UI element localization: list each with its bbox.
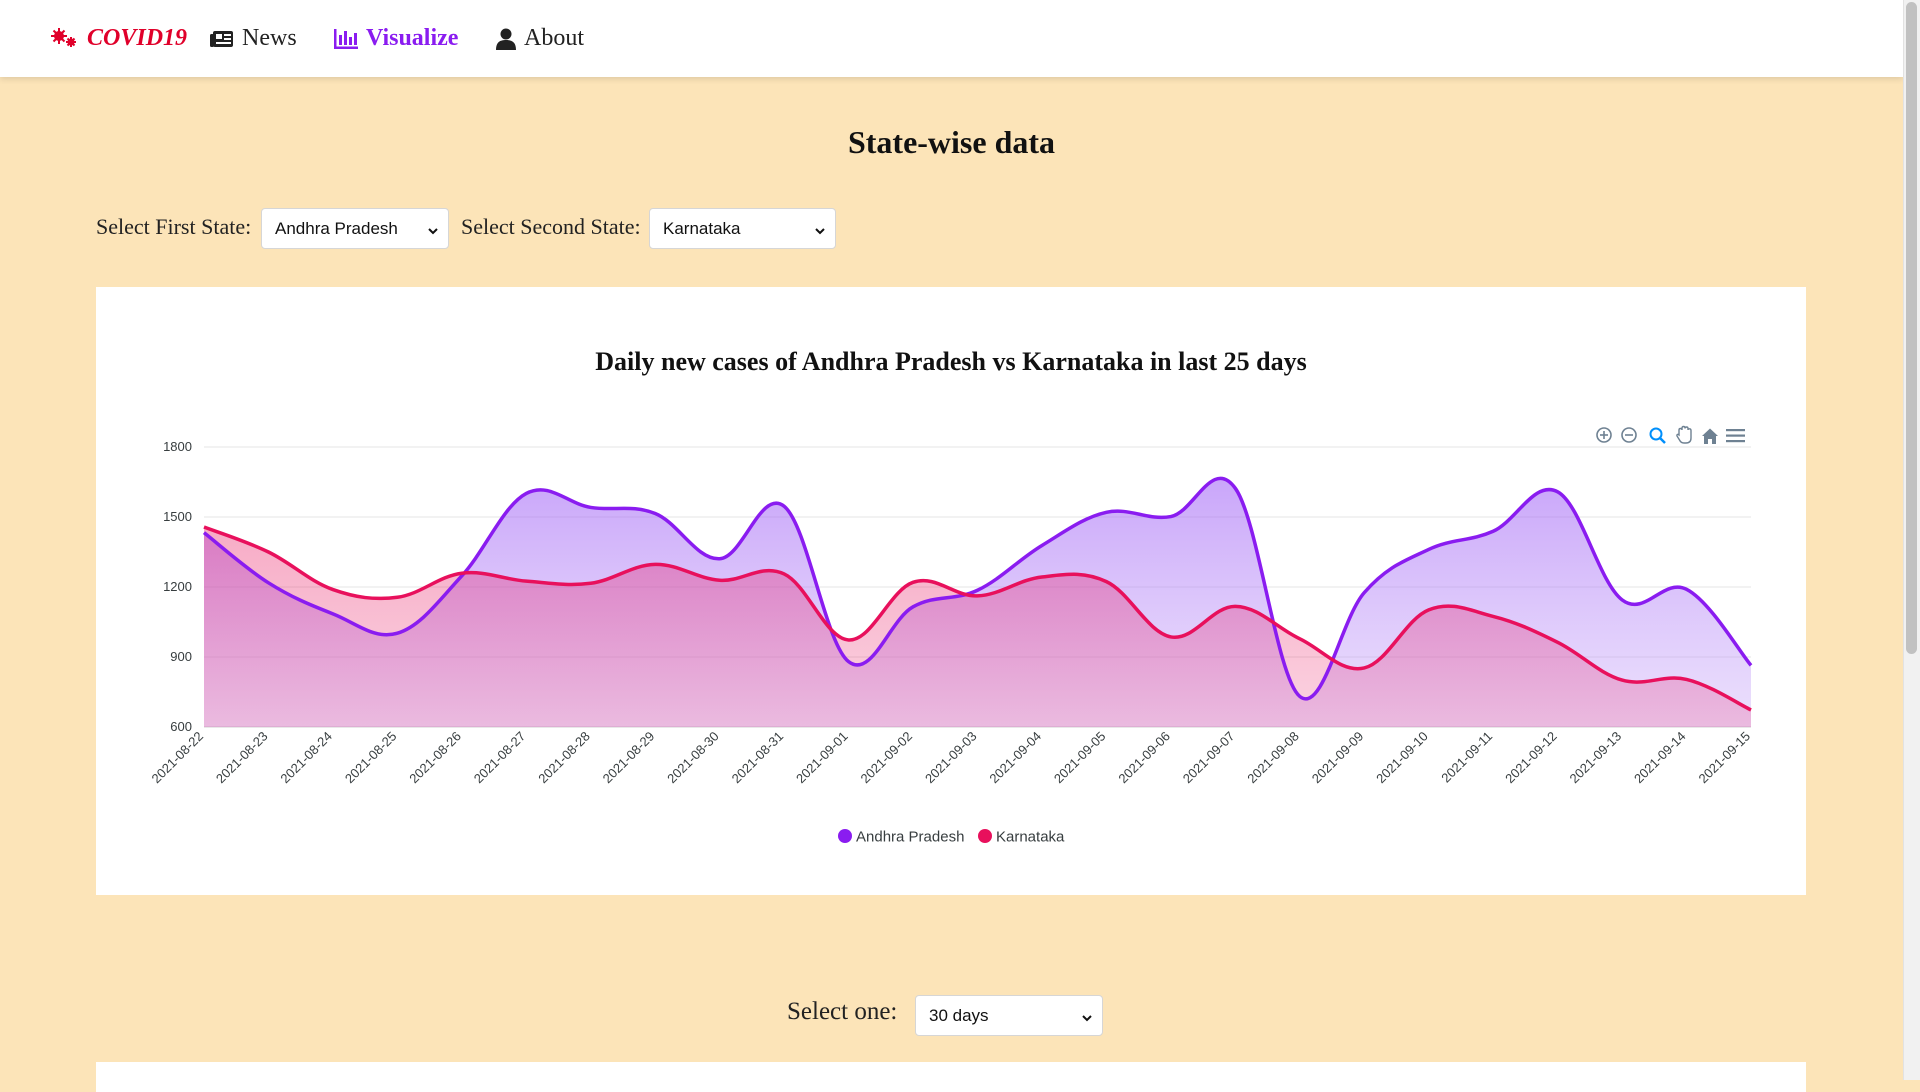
x-tick-label: 2021-09-15 bbox=[1695, 729, 1753, 787]
range-select[interactable]: 30 days bbox=[915, 995, 1103, 1036]
page-title: State-wise data bbox=[847, 124, 1056, 160]
nav-about[interactable]: About bbox=[496, 0, 584, 77]
second-state-select[interactable]: Karnataka bbox=[649, 208, 836, 249]
x-tick-label: 2021-09-07 bbox=[1180, 729, 1238, 787]
chart-legend: Andhra Pradesh Karnataka bbox=[838, 829, 1065, 846]
legend-marker-karnataka bbox=[978, 829, 992, 843]
select-one-label: Select one: bbox=[787, 998, 898, 1025]
legend-label-karnataka: Karnataka bbox=[996, 829, 1065, 846]
first-state-label: Select First State: bbox=[96, 214, 252, 239]
x-tick-label: 2021-08-31 bbox=[729, 729, 787, 787]
chevron-down-icon bbox=[427, 222, 439, 242]
first-state-value: Andhra Pradesh bbox=[275, 218, 398, 238]
chart-card: Daily new cases of Andhra Pradesh vs Kar… bbox=[96, 287, 1806, 895]
range-select-value: 30 days bbox=[929, 1005, 989, 1025]
x-tick-label: 2021-09-04 bbox=[986, 729, 1044, 787]
legend-item-karnataka[interactable]: Karnataka bbox=[978, 829, 1065, 846]
y-tick-label: 600 bbox=[170, 719, 192, 734]
user-icon bbox=[496, 28, 516, 50]
x-tick-label: 2021-09-12 bbox=[1502, 729, 1560, 787]
zoom-in-icon[interactable] bbox=[1596, 427, 1612, 443]
x-tick-label: 2021-08-26 bbox=[406, 729, 464, 787]
x-tick-label: 2021-09-01 bbox=[793, 729, 851, 787]
legend-label-andhra-pradesh: Andhra Pradesh bbox=[856, 829, 964, 846]
zoom-out-icon[interactable] bbox=[1621, 427, 1637, 443]
x-tick-label: 2021-08-22 bbox=[148, 729, 206, 787]
newspaper-icon bbox=[210, 30, 234, 48]
x-tick-label: 2021-08-29 bbox=[600, 729, 658, 787]
y-tick-label: 1200 bbox=[163, 579, 192, 594]
y-tick-label: 1800 bbox=[163, 439, 192, 454]
chart-toolbar bbox=[1596, 425, 1745, 445]
legend-marker-andhra-pradesh bbox=[838, 829, 852, 843]
chevron-down-icon bbox=[1081, 1009, 1093, 1029]
virus-icon bbox=[49, 27, 79, 51]
x-tick-label: 2021-09-10 bbox=[1373, 729, 1431, 787]
x-tick-label: 2021-08-24 bbox=[277, 729, 335, 787]
nav-visualize-label: Visualize bbox=[366, 25, 459, 51]
second-state-label: Select Second State: bbox=[461, 214, 641, 239]
x-tick-label: 2021-09-03 bbox=[922, 729, 980, 787]
x-tick-label: 2021-08-30 bbox=[664, 729, 722, 787]
x-tick-label: 2021-08-27 bbox=[471, 729, 529, 787]
first-state-select[interactable]: Andhra Pradesh bbox=[261, 208, 449, 249]
nav-news[interactable]: News bbox=[210, 0, 297, 77]
bar-chart-icon bbox=[334, 28, 358, 49]
x-tick-label: 2021-08-25 bbox=[342, 729, 400, 787]
x-tick-label: 2021-09-08 bbox=[1244, 729, 1302, 787]
second-chart-card bbox=[96, 1062, 1806, 1092]
x-tick-label: 2021-09-06 bbox=[1115, 729, 1173, 787]
x-tick-label: 2021-09-11 bbox=[1438, 729, 1495, 786]
brand-label: COVID19 bbox=[87, 25, 188, 51]
menu-icon[interactable] bbox=[1726, 429, 1745, 443]
x-tick-label: 2021-08-23 bbox=[213, 729, 271, 787]
selection-zoom-icon[interactable] bbox=[1649, 427, 1666, 444]
chevron-down-icon bbox=[814, 222, 826, 242]
x-tick-label: 2021-08-28 bbox=[535, 729, 593, 787]
x-tick-label: 2021-09-02 bbox=[858, 729, 916, 787]
area-chart: 600900120015001800 2021-08-22 2021-08-23 2… bbox=[148, 425, 1753, 846]
second-state-value: Karnataka bbox=[663, 218, 741, 238]
x-tick-label: 2021-09-05 bbox=[1051, 729, 1109, 787]
y-tick-label: 900 bbox=[170, 649, 192, 664]
legend-item-andhra-pradesh[interactable]: Andhra Pradesh bbox=[838, 829, 964, 846]
top-navbar: COVID19 News Visualize About bbox=[0, 0, 1903, 77]
x-tick-label: 2021-09-09 bbox=[1309, 729, 1367, 787]
nav-news-label: News bbox=[242, 25, 297, 51]
scrollbar-thumb[interactable] bbox=[1906, 2, 1917, 654]
nav-visualize[interactable]: Visualize bbox=[334, 0, 458, 77]
y-tick-label: 1500 bbox=[163, 509, 192, 524]
brand-link[interactable]: COVID19 bbox=[49, 0, 187, 77]
home-reset-icon[interactable] bbox=[1702, 428, 1718, 445]
x-tick-label: 2021-09-13 bbox=[1567, 729, 1625, 787]
x-tick-label: 2021-09-14 bbox=[1631, 729, 1689, 787]
pan-hand-icon[interactable] bbox=[1676, 425, 1692, 444]
nav-about-label: About bbox=[524, 25, 584, 51]
